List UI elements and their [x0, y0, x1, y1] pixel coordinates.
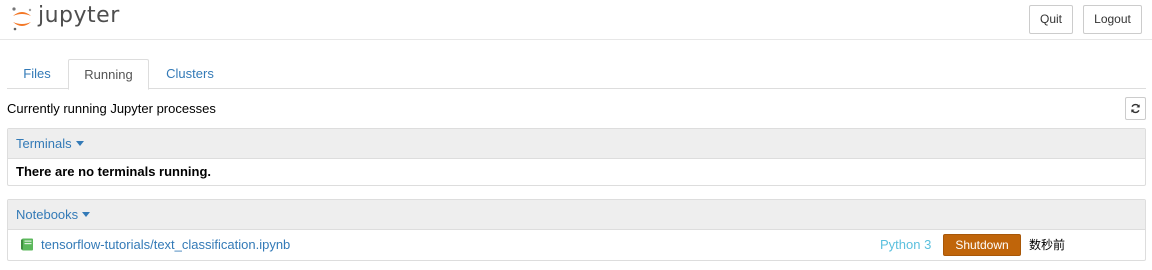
- tab-bar: Files Running Clusters: [7, 59, 1146, 90]
- notebooks-toggle[interactable]: Notebooks: [16, 207, 78, 222]
- notebook-icon: [21, 238, 33, 251]
- terminals-heading[interactable]: Terminals: [8, 129, 1145, 159]
- kernel-name: Python 3: [880, 237, 932, 252]
- tab-running[interactable]: Running: [68, 59, 149, 90]
- caret-down-icon: [82, 212, 91, 218]
- notebooks-heading[interactable]: Notebooks: [8, 200, 1145, 230]
- notebook-link[interactable]: tensorflow-tutorials/text_classification…: [41, 230, 290, 260]
- caret-down-icon: [75, 141, 84, 147]
- running-description: Currently running Jupyter processes: [7, 101, 216, 116]
- shutdown-button[interactable]: Shutdown: [943, 234, 1021, 256]
- tab-clusters[interactable]: Clusters: [155, 59, 225, 89]
- refresh-button[interactable]: [1125, 97, 1146, 120]
- refresh-icon: [1131, 103, 1140, 114]
- terminals-toggle[interactable]: Terminals: [16, 136, 72, 151]
- notebook-row: tensorflow-tutorials/text_classification…: [8, 230, 1145, 260]
- notebooks-panel: Notebooks tensorflow-tutorials/text_clas…: [7, 199, 1146, 261]
- jupyter-logo[interactable]: jupyter: [10, 3, 120, 32]
- terminals-panel: Terminals There are no terminals running…: [7, 128, 1146, 186]
- tab-files[interactable]: Files: [7, 59, 67, 89]
- header-bar: jupyter Quit Logout: [0, 0, 1152, 40]
- jupyter-logo-icon: [12, 7, 32, 31]
- logout-button[interactable]: Logout: [1083, 5, 1142, 34]
- quit-button[interactable]: Quit: [1029, 5, 1073, 34]
- last-activity: 数秒前: [1029, 238, 1066, 252]
- terminals-empty-message: There are no terminals running.: [16, 164, 212, 179]
- logo-text: jupyter: [38, 3, 120, 28]
